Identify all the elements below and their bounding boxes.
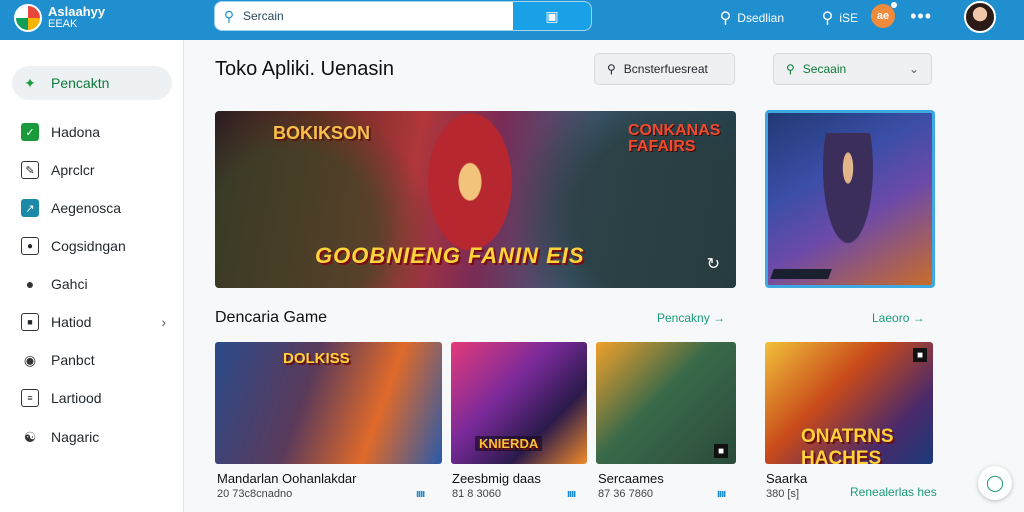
- sidebar-item-hatiod[interactable]: ■ Hatiod ›: [12, 305, 172, 339]
- sidebar-item-label: Lartiood: [51, 390, 102, 406]
- section-see-all-link[interactable]: Pencakny →: [657, 311, 725, 325]
- chevron-right-icon: ›: [161, 314, 166, 330]
- app-name-line1: Aslaahyy: [48, 4, 106, 19]
- search-icon: ⚲: [223, 7, 235, 24]
- game-card-meta: 380 [s]: [766, 488, 800, 500]
- sidebar-item-gahci[interactable]: ● Gahci: [12, 267, 172, 301]
- hero-banner-text: GOOBNIENG FANIN EIS: [315, 243, 585, 268]
- game-card-title[interactable]: Sercaames: [598, 471, 664, 486]
- sidebar-item-label: Pencaktn: [51, 75, 110, 91]
- document-icon: ≡: [21, 389, 39, 407]
- sidebar-item-label: Gahci: [51, 276, 88, 292]
- card-art-text: ONATRNS HACHES: [801, 426, 894, 464]
- search-input[interactable]: Sercain: [243, 9, 513, 23]
- featured-tag: [770, 269, 832, 279]
- card-art-text: DOLKISS: [283, 350, 350, 367]
- game-card-title[interactable]: Saarka: [766, 471, 807, 486]
- sidebar-item-label: Aprclcr: [51, 162, 95, 178]
- search-button[interactable]: ▣: [513, 2, 591, 30]
- sidebar-item-nagaric[interactable]: ☯ Nagaric: [12, 420, 172, 454]
- image-icon: ●: [21, 237, 39, 255]
- game-card-title[interactable]: Zeesbmig daas: [452, 471, 541, 486]
- app-logo[interactable]: Aslaahyy EEAK: [14, 4, 105, 32]
- corner-icon: ■: [913, 348, 927, 362]
- sidebar-item-aegenosca[interactable]: ↗ Aegenosca: [12, 191, 172, 225]
- sidebar-item-aprclcr[interactable]: ✎ Aprclcr: [12, 153, 172, 187]
- logo-icon: [14, 4, 42, 32]
- sidebar-item-panbct[interactable]: ◉ Panbct: [12, 343, 172, 377]
- header-search-link[interactable]: ⚲ Dsedlian: [720, 8, 784, 28]
- sidebar-item-label: Hadona: [51, 124, 101, 140]
- sidebar-item-lartiood[interactable]: ≡ Lartiood: [12, 381, 172, 415]
- sort-dropdown[interactable]: ⚲ Secaain ⌄: [773, 53, 932, 85]
- game-card-title[interactable]: Mandarlan Oohanlakdar: [217, 471, 356, 486]
- section-title: Dencaria Game: [215, 309, 328, 326]
- home-icon: ✓: [21, 123, 39, 141]
- game-card-meta: 81 8 3060: [452, 488, 501, 500]
- card-art-text: KNIERDA: [475, 436, 543, 451]
- user-icon: ☯: [23, 428, 37, 445]
- refresh-icon[interactable]: ↻: [707, 254, 720, 274]
- user-avatar[interactable]: [964, 1, 996, 33]
- location-icon: ◉: [23, 351, 37, 368]
- hero-title-right-line1: CONKANAS: [628, 122, 721, 139]
- section-more-link[interactable]: Laeoro →: [872, 311, 925, 325]
- featured-game-tile[interactable]: [765, 110, 935, 288]
- search-icon: ⚲: [607, 62, 616, 76]
- chat-icon: ◯: [986, 475, 1004, 492]
- rating-bars-icon: ıııı: [416, 488, 425, 500]
- pin-icon: ●: [25, 276, 35, 292]
- search-icon: ⚲: [821, 10, 834, 27]
- sidebar-item-label: Hatiod: [51, 314, 92, 330]
- filter-label: Bcnsterfuesreat: [623, 62, 708, 76]
- hero-title-right: CONKANAS FAFAIRS: [628, 123, 720, 155]
- game-card-image[interactable]: DOLKISS: [215, 342, 442, 464]
- notification-badge[interactable]: ae: [871, 2, 897, 28]
- rating-bars-icon: ıııı: [717, 488, 726, 500]
- page-title: Toko Apliki. Uenasin: [215, 58, 394, 80]
- game-card-image[interactable]: KNIERDA: [451, 342, 587, 464]
- game-card-image[interactable]: ONATRNS HACHES ■: [765, 342, 933, 464]
- sidebar-item-label: Panbct: [51, 352, 95, 368]
- sidebar: ✦ Pencaktn ✓ Hadona ✎ Aprclcr ↗ Aegenosc…: [0, 40, 184, 512]
- sidebar-item-pencaktn[interactable]: ✦ Pencaktn: [12, 66, 172, 100]
- top-bar: Aslaahyy EEAK ⚲ Sercain ▣ ⚲ Dsedlian ⚲ i…: [0, 0, 1024, 40]
- sidebar-item-cogsidngan[interactable]: ● Cogsidngan: [12, 229, 172, 263]
- app-name: Aslaahyy EEAK: [48, 4, 106, 30]
- edit-icon: ✎: [21, 161, 39, 179]
- game-card-meta: 20 73c8cnadno: [217, 488, 293, 500]
- more-menu-button[interactable]: •••: [910, 6, 932, 27]
- header-search-label: Dsedlian: [737, 11, 784, 25]
- corner-icon: ■: [714, 444, 728, 458]
- search-icon: ⚲: [719, 10, 732, 27]
- more-icon: •••: [910, 6, 932, 26]
- rating-bars-icon: ıııı: [567, 488, 576, 500]
- folder-icon: ■: [21, 313, 39, 331]
- bookmark-icon: ▣: [545, 7, 559, 24]
- sort-label: Secaain: [802, 62, 847, 76]
- hero-banner[interactable]: BOKIKSON CONKANAS FAFAIRS GOOBNIENG FANI…: [215, 111, 736, 288]
- search-bar[interactable]: ⚲ Sercain ▣: [214, 1, 592, 31]
- hero-title-right-line2: FAFAIRS: [628, 138, 696, 155]
- hero-title-left: BOKIKSON: [273, 123, 371, 143]
- header-extra-text: iSE: [839, 11, 858, 25]
- sidebar-item-label: Aegenosca: [51, 200, 122, 216]
- more-link[interactable]: Renealerlas hes: [850, 485, 937, 499]
- header-search-extra[interactable]: ⚲ iSE: [822, 8, 858, 28]
- filter-button[interactable]: ⚲ Bcnsterfuesreat: [594, 53, 735, 85]
- game-card-meta: 87 36 7860: [598, 488, 654, 500]
- chat-button[interactable]: ◯: [978, 466, 1012, 500]
- game-card-image[interactable]: ■: [596, 342, 736, 464]
- chevron-down-icon: ⌄: [908, 62, 919, 76]
- controller-icon: ✦: [24, 74, 36, 91]
- bell-icon: ⚲: [786, 62, 795, 76]
- sidebar-item-hadona[interactable]: ✓ Hadona: [12, 115, 172, 149]
- sidebar-item-label: Cogsidngan: [51, 238, 126, 254]
- sidebar-item-label: Nagaric: [51, 429, 100, 445]
- app-name-line2: EEAK: [48, 18, 78, 30]
- chart-icon: ↗: [21, 199, 39, 217]
